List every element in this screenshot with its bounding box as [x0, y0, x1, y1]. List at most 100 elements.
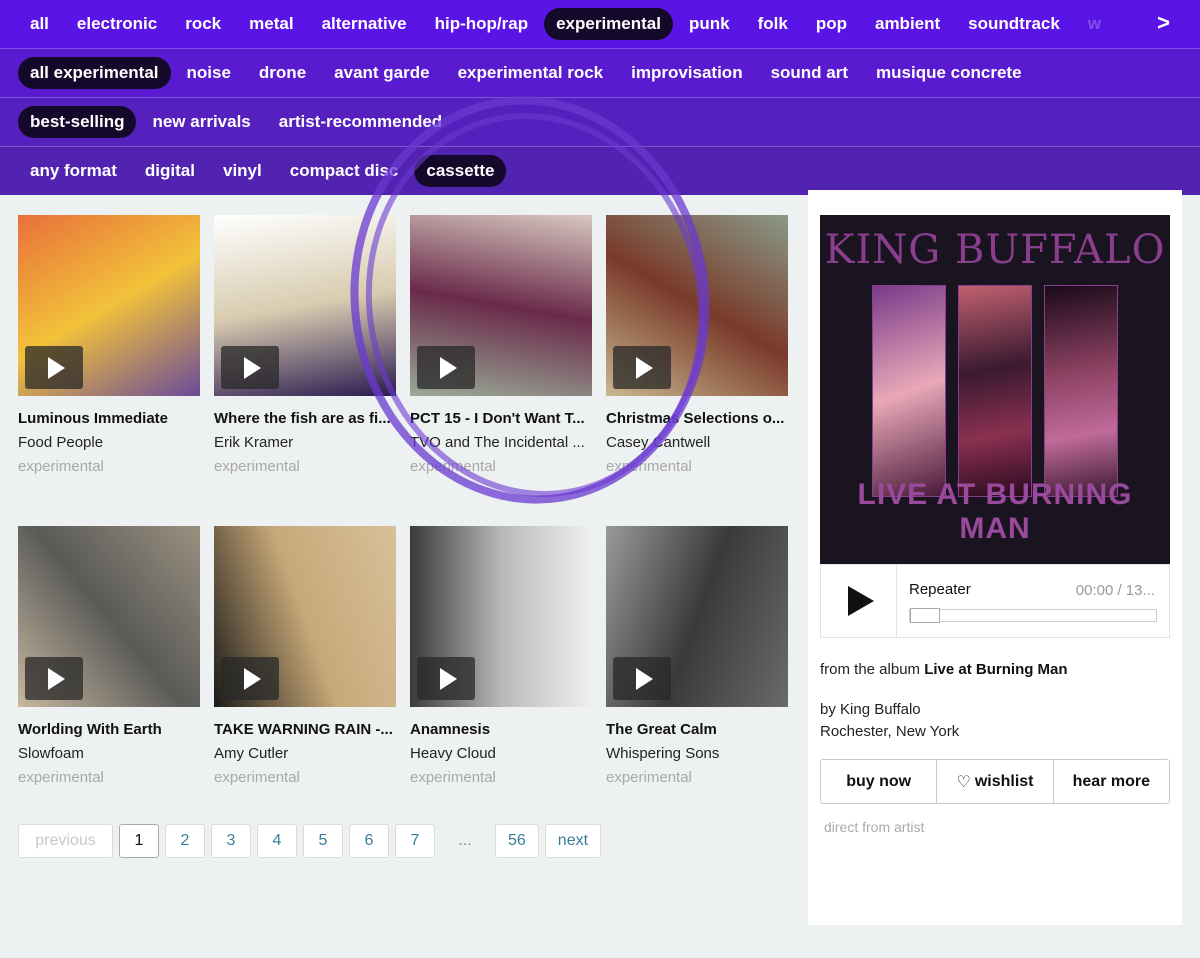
progress-thumb[interactable]: [910, 608, 940, 623]
genre-tab-w[interactable]: w: [1076, 8, 1113, 40]
page-6-button[interactable]: 6: [349, 824, 389, 858]
scroll-right-icon[interactable]: >: [1157, 10, 1170, 36]
album-art-band-name: KING BUFFALO: [824, 227, 1166, 273]
play-icon[interactable]: [221, 346, 279, 389]
genre-tab-punk[interactable]: punk: [677, 8, 742, 40]
artist-link[interactable]: by King Buffalo: [820, 699, 959, 721]
subgenre-tab-musique-concrete[interactable]: musique concrete: [864, 57, 1034, 89]
album-link[interactable]: Live at Burning Man: [924, 661, 1067, 678]
album-card[interactable]: Where the fish are as fi... Erik Kramer ex…: [214, 215, 396, 526]
album-title[interactable]: Worlding With Earth: [18, 721, 200, 738]
album-card[interactable]: Luminous Immediate Food People experimenta…: [18, 215, 200, 526]
album-art[interactable]: [410, 215, 592, 396]
album-genre: experimental: [18, 769, 104, 786]
album-art-panel: [958, 285, 1032, 497]
format-tab-cassette[interactable]: cassette: [414, 155, 507, 187]
album-card[interactable]: TAKE WARNING RAIN -... Amy Cutler experime…: [214, 526, 396, 837]
album-card[interactable]: Christmas Selections o... Casey Cantwell e…: [606, 215, 788, 526]
album-artist[interactable]: TVO and The Incidental ...: [410, 434, 592, 451]
play-icon[interactable]: [417, 657, 475, 700]
subgenre-tab-drone[interactable]: drone: [247, 57, 318, 89]
subgenre-tab-sound-art[interactable]: sound art: [759, 57, 860, 89]
play-icon[interactable]: [221, 657, 279, 700]
play-icon[interactable]: [613, 346, 671, 389]
play-icon[interactable]: [25, 657, 83, 700]
subgenre-nav: all experimental noise drone avant garde exp…: [0, 49, 1200, 98]
album-title[interactable]: PCT 15 - I Don't Want T...: [410, 410, 592, 427]
page-5-button[interactable]: 5: [303, 824, 343, 858]
subgenre-tab-improvisation[interactable]: improvisation: [619, 57, 754, 89]
hear-more-button[interactable]: hear more: [1054, 760, 1169, 803]
album-art[interactable]: [606, 215, 788, 396]
album-card[interactable]: Anamnesis Heavy Cloud experimental: [410, 526, 592, 837]
results-grid: Luminous Immediate Food People experimenta…: [18, 215, 788, 837]
page-7-button[interactable]: 7: [395, 824, 435, 858]
album-card[interactable]: Worlding With Earth Slowfoam experimental: [18, 526, 200, 837]
format-tab-any-format[interactable]: any format: [18, 155, 129, 187]
genre-tab-rock[interactable]: rock: [173, 8, 233, 40]
album-title[interactable]: Anamnesis: [410, 721, 592, 738]
album-art-panel: [1044, 285, 1118, 497]
album-genre: experimental: [214, 769, 300, 786]
genre-tab-hip-hop-rap[interactable]: hip-hop/rap: [423, 8, 540, 40]
album-art[interactable]: [214, 215, 396, 396]
album-title[interactable]: Where the fish are as fi...: [214, 410, 396, 427]
genre-tab-pop[interactable]: pop: [804, 8, 859, 40]
sort-tab-artist-recommended[interactable]: artist-recommended: [267, 106, 454, 138]
album-artist[interactable]: Food People: [18, 434, 200, 451]
album-art[interactable]: [18, 215, 200, 396]
sort-tab-new-arrivals[interactable]: new arrivals: [140, 106, 262, 138]
page-56-button[interactable]: 56: [495, 824, 539, 858]
album-genre: experimental: [606, 769, 692, 786]
album-title[interactable]: Christmas Selections o...: [606, 410, 788, 427]
genre-nav: all electronic rock metal alternative hip-hop…: [0, 0, 1200, 49]
progress-bar[interactable]: [909, 608, 1157, 623]
album-title[interactable]: The Great Calm: [606, 721, 788, 738]
buy-now-button[interactable]: buy now: [821, 760, 938, 803]
album-title[interactable]: Luminous Immediate: [18, 410, 200, 427]
page-1-button[interactable]: 1: [119, 824, 159, 858]
play-button[interactable]: [821, 565, 897, 637]
next-button[interactable]: next: [544, 824, 602, 858]
album-card[interactable]: The Great Calm Whispering Sons experimenta…: [606, 526, 788, 837]
album-artist[interactable]: Amy Cutler: [214, 745, 396, 762]
format-tab-digital[interactable]: digital: [133, 155, 207, 187]
page-2-button[interactable]: 2: [165, 824, 205, 858]
album-art[interactable]: [410, 526, 592, 707]
genre-tab-ambient[interactable]: ambient: [863, 8, 952, 40]
artist-info: by King Buffalo Rochester, New York: [820, 699, 959, 743]
genre-tab-metal[interactable]: metal: [237, 8, 305, 40]
album-artist[interactable]: Casey Cantwell: [606, 434, 788, 451]
genre-tab-soundtrack[interactable]: soundtrack: [956, 8, 1072, 40]
album-artist[interactable]: Slowfoam: [18, 745, 200, 762]
sort-tab-best-selling[interactable]: best-selling: [18, 106, 137, 138]
album-art-title: LIVE AT BURNING MAN: [857, 478, 1133, 545]
wishlist-button[interactable]: ♡ wishlist: [937, 760, 1054, 803]
album-title[interactable]: TAKE WARNING RAIN -...: [214, 721, 396, 738]
featured-album-art[interactable]: KING BUFFALO LIVE AT BURNING MAN: [820, 215, 1170, 564]
subgenre-tab-noise[interactable]: noise: [175, 57, 243, 89]
format-tab-compact-disc[interactable]: compact disc: [278, 155, 411, 187]
album-card[interactable]: PCT 15 - I Don't Want T... TVO and The In…: [410, 215, 592, 526]
genre-tab-alternative[interactable]: alternative: [310, 8, 419, 40]
genre-tab-experimental[interactable]: experimental: [544, 8, 673, 40]
page-3-button[interactable]: 3: [211, 824, 251, 858]
play-icon[interactable]: [25, 346, 83, 389]
album-artist[interactable]: Whispering Sons: [606, 745, 788, 762]
format-tab-vinyl[interactable]: vinyl: [211, 155, 274, 187]
subgenre-tab-all-experimental[interactable]: all experimental: [18, 57, 171, 89]
direct-from-artist: direct from artist: [824, 819, 925, 835]
genre-tab-folk[interactable]: folk: [746, 8, 800, 40]
album-art[interactable]: [214, 526, 396, 707]
album-artist[interactable]: Erik Kramer: [214, 434, 396, 451]
album-art[interactable]: [606, 526, 788, 707]
page-4-button[interactable]: 4: [257, 824, 297, 858]
genre-tab-all[interactable]: all: [18, 8, 61, 40]
subgenre-tab-avant-garde[interactable]: avant garde: [322, 57, 441, 89]
genre-tab-electronic[interactable]: electronic: [65, 8, 169, 40]
subgenre-tab-experimental-rock[interactable]: experimental rock: [446, 57, 616, 89]
album-artist[interactable]: Heavy Cloud: [410, 745, 592, 762]
play-icon[interactable]: [417, 346, 475, 389]
play-icon[interactable]: [613, 657, 671, 700]
album-art[interactable]: [18, 526, 200, 707]
